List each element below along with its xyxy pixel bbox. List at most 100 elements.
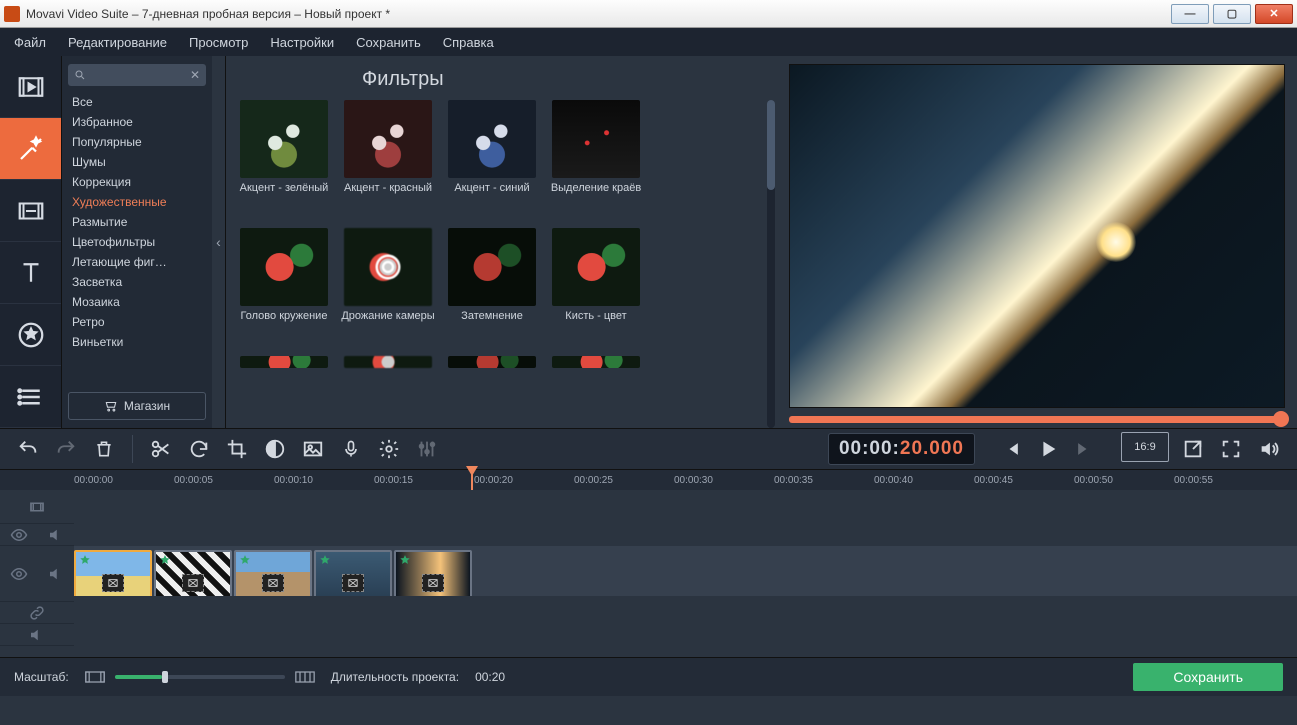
filter-label: Затемнение [461, 310, 523, 336]
crop-button[interactable] [219, 432, 255, 466]
category-item[interactable]: Избранное [68, 112, 206, 132]
menu-file[interactable]: Файл [14, 35, 46, 50]
menu-edit[interactable]: Редактирование [68, 35, 167, 50]
clear-search-icon[interactable]: ✕ [190, 68, 200, 82]
preview-pane [777, 56, 1297, 428]
cart-icon [104, 399, 118, 413]
chain-icon [28, 604, 46, 622]
titles-tab[interactable] [0, 242, 61, 304]
grid-scrollbar[interactable] [767, 100, 775, 428]
category-item[interactable]: Ретро [68, 312, 206, 332]
media-tab[interactable] [0, 56, 61, 118]
transition-icon[interactable] [262, 574, 284, 592]
category-item[interactable]: Все [68, 92, 206, 112]
category-item[interactable]: Шумы [68, 152, 206, 172]
category-item[interactable]: Коррекция [68, 172, 206, 192]
timecode-display[interactable]: 00:00:20.000 [828, 433, 975, 465]
transition-icon[interactable] [342, 574, 364, 592]
timeline-clip[interactable] [394, 550, 472, 598]
close-button[interactable]: ✕ [1255, 4, 1293, 24]
split-button[interactable] [143, 432, 179, 466]
timeline-ruler[interactable]: 00:00:0000:00:0500:00:1000:00:1500:00:20… [0, 470, 1297, 490]
eye-icon[interactable] [10, 526, 28, 544]
store-button[interactable]: Магазин [68, 392, 206, 420]
timeline-clip[interactable] [314, 550, 392, 598]
transition-icon[interactable] [102, 574, 124, 592]
menu-help[interactable]: Справка [443, 35, 494, 50]
category-item[interactable]: Летающие фиг… [68, 252, 206, 272]
filter-search[interactable]: ✕ [68, 64, 206, 86]
save-button[interactable]: Сохранить [1133, 663, 1283, 691]
filter-thumbnail[interactable]: Акцент - синий [442, 100, 542, 208]
equalizer-button[interactable] [409, 432, 445, 466]
audio-track-2[interactable] [0, 624, 1297, 646]
aspect-ratio-button[interactable]: 16:9 [1121, 432, 1169, 462]
window-title: Movavi Video Suite – 7-дневная пробная в… [26, 7, 1171, 21]
preview-video[interactable] [789, 64, 1285, 408]
filter-label: Акцент - синий [454, 182, 529, 208]
filter-thumbnail[interactable]: Затемнение [442, 228, 542, 336]
filters-tab[interactable] [0, 118, 61, 180]
undo-button[interactable] [10, 432, 46, 466]
delete-button[interactable] [86, 432, 122, 466]
filter-thumbnail[interactable]: Кисть - цвет [546, 228, 646, 336]
redo-button[interactable] [48, 432, 84, 466]
ruler-tick: 00:00:25 [574, 475, 674, 486]
play-button[interactable] [1031, 432, 1065, 466]
filter-thumbnail[interactable]: Выделение краёв [546, 100, 646, 208]
clip-settings-button[interactable] [371, 432, 407, 466]
star-icon [238, 554, 252, 568]
fullscreen-button[interactable] [1213, 432, 1249, 466]
next-button[interactable] [1067, 432, 1101, 466]
mic-button[interactable] [333, 432, 369, 466]
speaker-icon[interactable] [47, 526, 65, 544]
audio-track-1[interactable] [0, 524, 1297, 546]
category-item[interactable]: Виньетки [68, 332, 206, 352]
volume-button[interactable] [1251, 432, 1287, 466]
category-item[interactable]: Популярные [68, 132, 206, 152]
timeline-clip[interactable] [234, 550, 312, 598]
category-item[interactable]: Размытие [68, 212, 206, 232]
more-tab[interactable] [0, 366, 61, 428]
stickers-tab[interactable] [0, 304, 61, 366]
category-item[interactable]: Цветофильтры [68, 232, 206, 252]
menu-view[interactable]: Просмотр [189, 35, 248, 50]
rotate-button[interactable] [181, 432, 217, 466]
transition-icon[interactable] [182, 574, 204, 592]
zoom-slider[interactable] [85, 670, 315, 684]
status-bar: Масштаб: Длительность проекта: 00:20 Сох… [0, 658, 1297, 696]
collapse-categories[interactable]: ‹ [212, 56, 226, 428]
timeline-clip[interactable] [154, 550, 232, 598]
category-item[interactable]: Художественные [68, 192, 206, 212]
color-button[interactable] [257, 432, 293, 466]
filter-thumbnail[interactable] [546, 356, 646, 368]
category-item[interactable]: Засветка [68, 272, 206, 292]
transition-icon[interactable] [422, 574, 444, 592]
filter-grid: Акцент - зелёный Акцент - красный Акцент -… [234, 100, 769, 368]
filter-thumbnail[interactable]: Дрожание камеры [338, 228, 438, 336]
prev-button[interactable] [995, 432, 1029, 466]
video-track[interactable] [0, 546, 1297, 602]
speaker-icon[interactable] [47, 565, 65, 583]
speaker-icon[interactable] [28, 626, 46, 644]
category-item[interactable]: Мозаика [68, 292, 206, 312]
timeline-clip[interactable] [74, 550, 152, 598]
eye-icon[interactable] [10, 565, 28, 583]
filter-label: Кисть - цвет [565, 310, 626, 336]
maximize-button[interactable]: ▢ [1213, 4, 1251, 24]
filter-thumbnail[interactable] [442, 356, 542, 368]
menu-settings[interactable]: Настройки [270, 35, 334, 50]
filter-label: Акцент - красный [344, 182, 432, 208]
transitions-tab[interactable] [0, 180, 61, 242]
minimize-button[interactable]: — [1171, 4, 1209, 24]
filter-thumbnail[interactable]: Акцент - зелёный [234, 100, 334, 208]
picture-button[interactable] [295, 432, 331, 466]
menu-save[interactable]: Сохранить [356, 35, 421, 50]
seek-bar[interactable] [789, 408, 1285, 428]
popout-button[interactable] [1175, 432, 1211, 466]
filter-thumbnail[interactable] [338, 356, 438, 368]
filter-thumbnail[interactable]: Акцент - красный [338, 100, 438, 208]
filter-thumbnail[interactable]: Голово кружение [234, 228, 334, 336]
filter-thumbnail[interactable] [234, 356, 334, 368]
star-icon [318, 554, 332, 568]
